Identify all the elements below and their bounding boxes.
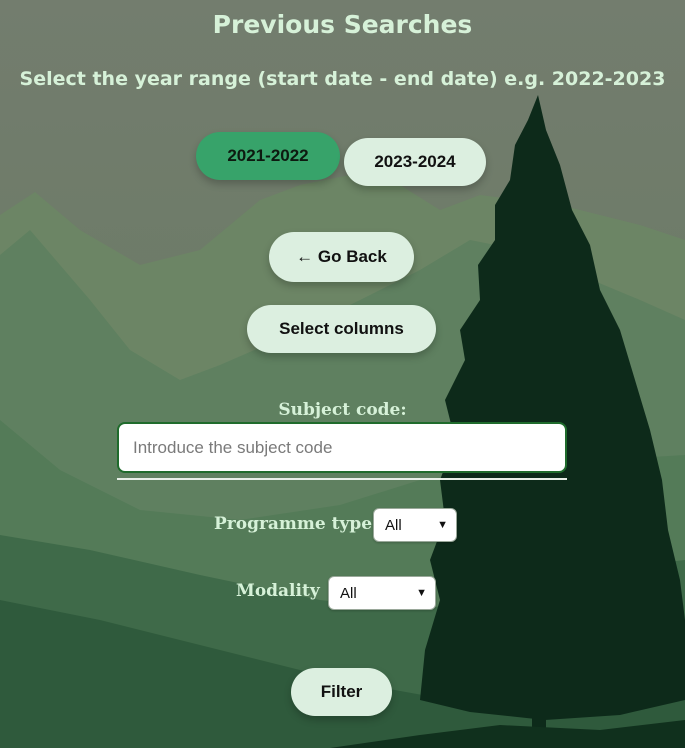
modality-label: Modality: [236, 581, 320, 601]
chevron-down-icon: ▼: [437, 519, 448, 531]
chevron-down-icon: ▼: [416, 587, 427, 599]
select-columns-button[interactable]: Select columns: [247, 305, 436, 353]
programme-type-label: Programme type: [214, 514, 373, 534]
input-underline: [117, 478, 567, 480]
modality-select[interactable]: All ▼: [328, 576, 436, 610]
filter-button[interactable]: Filter: [291, 668, 392, 716]
page-title: Previous Searches: [212, 10, 473, 39]
programme-type-select[interactable]: All ▼: [373, 508, 457, 542]
modality-selected: All: [340, 584, 357, 602]
year-button-2023-2024[interactable]: 2023-2024: [344, 138, 486, 186]
subject-code-input[interactable]: [119, 424, 565, 471]
content-layer: Previous Searches Select the year range …: [0, 0, 685, 748]
subject-code-label: Subject code:: [278, 400, 407, 420]
go-back-button[interactable]: ← Go Back: [269, 232, 414, 282]
subject-code-field: [117, 422, 567, 473]
programme-type-selected: All: [385, 516, 402, 534]
page-subtitle: Select the year range (start date - end …: [19, 68, 666, 90]
year-button-2021-2022[interactable]: 2021-2022: [196, 132, 340, 180]
